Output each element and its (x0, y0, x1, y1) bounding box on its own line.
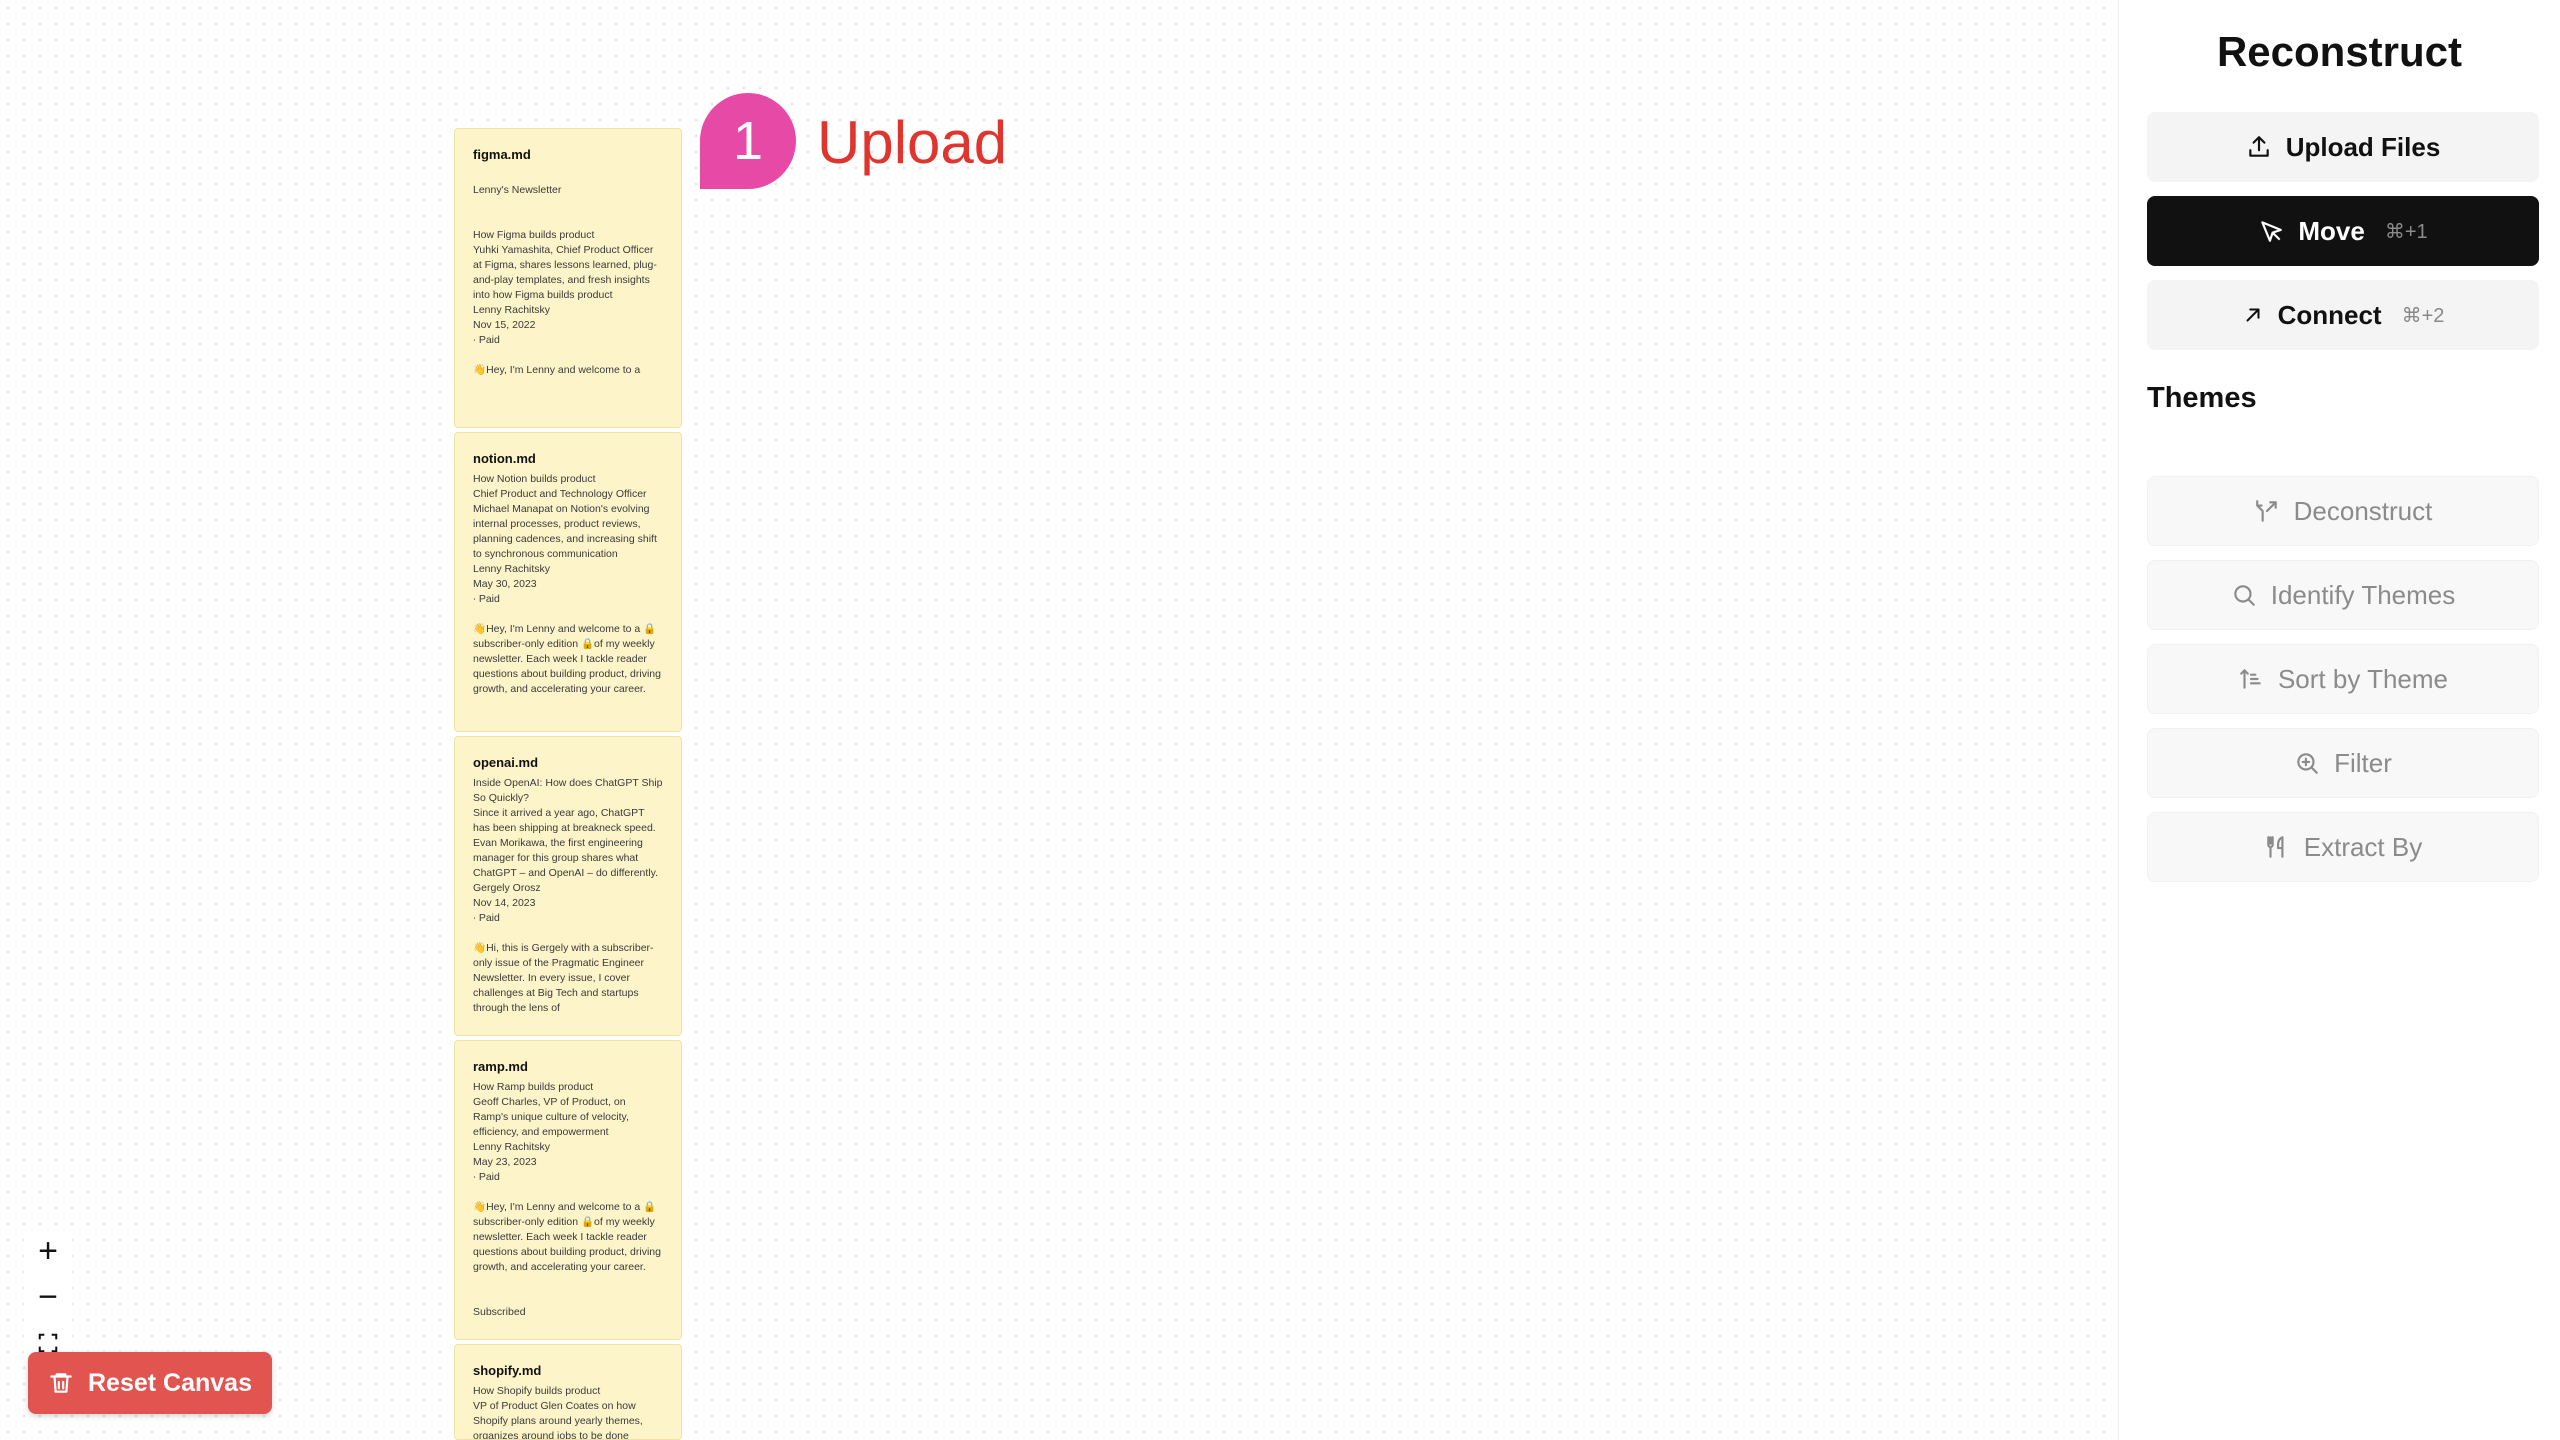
utensils-icon (2264, 834, 2290, 860)
file-card-title: openai.md (473, 755, 539, 770)
file-card-openai[interactable]: openai.md Inside OpenAI: How does ChatGP… (454, 736, 682, 1036)
reset-canvas-label: Reset Canvas (88, 1368, 252, 1397)
move-shortcut: ⌘+1 (2384, 220, 2428, 243)
zoom-in-button[interactable]: + (24, 1228, 72, 1274)
app-title: Reconstruct (2216, 28, 2463, 75)
file-card-shopify[interactable]: shopify.md How Shopify builds product VP… (454, 1344, 682, 1440)
file-card-notion[interactable]: notion.md How Notion builds product Chie… (454, 432, 682, 732)
filter-label: Filter (2334, 747, 2392, 778)
deconstruct-label: Deconstruct (2293, 495, 2433, 526)
themes-heading: Themes (2147, 382, 2257, 414)
connect-tool-label: Connect (2277, 299, 2382, 330)
file-card-ramp[interactable]: ramp.md How Ramp builds product Geoff Ch… (454, 1040, 682, 1340)
file-card-title: shopify.md (473, 1363, 542, 1378)
move-tool-label: Move (2298, 215, 2365, 246)
extract-by-label: Extract By (2303, 831, 2423, 862)
upload-icon (2246, 134, 2272, 160)
identify-themes-button[interactable]: Identify Themes (2147, 560, 2539, 630)
canvas[interactable]: figma.md Lenny's Newsletter How Figma bu… (0, 0, 2118, 1440)
file-card-title: ramp.md (473, 1059, 528, 1074)
connect-tool-button[interactable]: Connect ⌘+2 (2147, 280, 2539, 350)
sort-by-theme-label: Sort by Theme (2277, 663, 2449, 694)
sort-by-theme-button[interactable]: Sort by Theme (2147, 644, 2539, 714)
file-card-content: Lenny's Newsletter How Figma builds prod… (473, 184, 657, 376)
file-card-figma[interactable]: figma.md Lenny's Newsletter How Figma bu… (454, 128, 682, 428)
filter-button[interactable]: Filter (2147, 728, 2539, 798)
extract-by-button[interactable]: Extract By (2147, 812, 2539, 882)
file-card-content: Inside OpenAI: How does ChatGPT Ship So … (473, 777, 663, 1014)
split-icon (2254, 498, 2280, 524)
file-card-title: figma.md (473, 147, 531, 162)
zoom-out-button[interactable]: − (24, 1274, 72, 1320)
connect-shortcut: ⌘+2 (2401, 304, 2445, 327)
search-icon (2231, 582, 2257, 608)
deconstruct-button[interactable]: Deconstruct (2147, 476, 2539, 546)
file-card-content: How Notion builds product Chief Product … (473, 473, 661, 695)
upload-files-label: Upload Files (2285, 131, 2441, 162)
upload-files-button[interactable]: Upload Files (2147, 112, 2539, 182)
zoom-in-icon (2294, 750, 2320, 776)
file-card-title: notion.md (473, 451, 536, 466)
step-label: Upload (817, 109, 1008, 176)
cursor-arrow-icon (2258, 218, 2284, 244)
fit-view-icon (38, 1333, 58, 1353)
move-tool-button[interactable]: Move ⌘+1 (2147, 196, 2539, 266)
trash-icon (48, 1370, 74, 1396)
arrow-up-right-icon (2242, 304, 2264, 326)
identify-themes-label: Identify Themes (2270, 579, 2456, 610)
sidebar: Reconstruct Upload Files Move ⌘+1 Connec… (2118, 0, 2560, 1440)
sort-icon (2238, 666, 2264, 692)
file-card-content: How Ramp builds product Geoff Charles, V… (473, 1081, 661, 1318)
reset-canvas-button[interactable]: Reset Canvas (28, 1352, 272, 1414)
step-number-badge: 1 (700, 93, 796, 189)
file-card-content: How Shopify builds product VP of Product… (473, 1385, 643, 1440)
zoom-controls: + − (24, 1228, 72, 1366)
